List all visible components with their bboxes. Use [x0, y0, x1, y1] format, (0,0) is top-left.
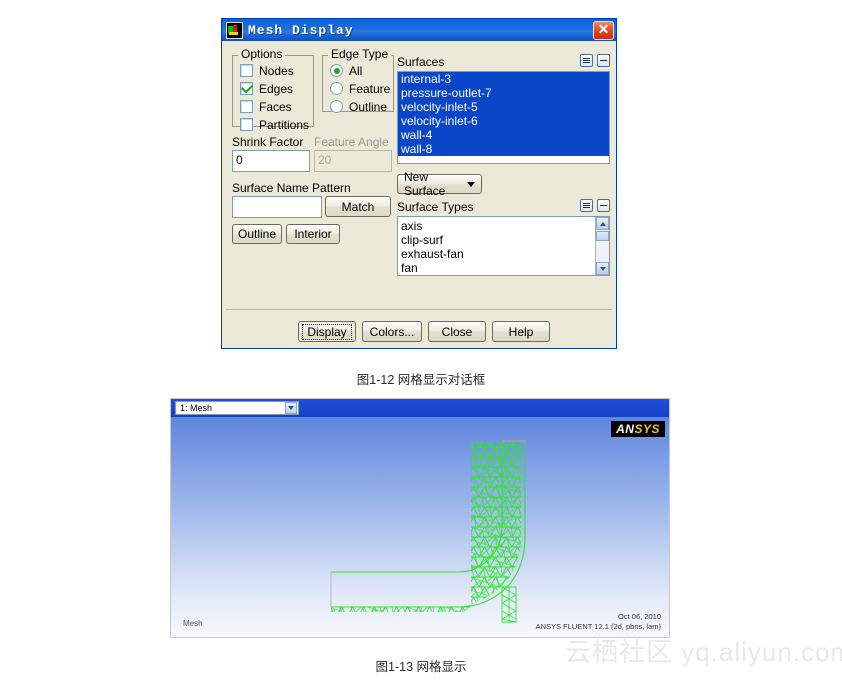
list-item[interactable]: wall-4	[398, 128, 609, 142]
figure-1-caption: 图1-12 网格显示对话框	[356, 373, 486, 387]
fluent-graphics-window: 1: Mesh ANSYS Mesh Oct 06, 2010 ANSYS FL…	[170, 398, 670, 638]
colors-button[interactable]: Colors...	[362, 321, 422, 342]
stamp-version: ANSYS FLUENT 12.1 (2d, pbns, lam)	[535, 622, 661, 631]
checkbox-nodes[interactable]: Nodes	[240, 62, 313, 79]
display-button[interactable]: Display	[298, 321, 356, 342]
surface-name-pattern-input[interactable]	[232, 196, 322, 218]
radio-all[interactable]: All	[330, 62, 393, 79]
radio-feature-label: Feature	[349, 81, 391, 96]
colors-button-label: Colors...	[369, 324, 415, 339]
scroll-down-icon[interactable]	[596, 262, 609, 275]
shrink-factor-input[interactable]: 0	[232, 150, 310, 172]
ansys-logo: ANSYS	[611, 421, 665, 437]
chevron-down-icon	[467, 181, 475, 187]
ansys-logo-part-b: SYS	[634, 422, 660, 436]
surface-name-pattern-label: Surface Name Pattern	[232, 181, 351, 195]
checkbox-faces[interactable]: Faces	[240, 98, 313, 115]
edge-type-group-label: Edge Type	[328, 47, 392, 61]
checkbox-edges-box[interactable]	[240, 82, 253, 95]
mesh-selector-value: 1: Mesh	[180, 403, 213, 413]
mesh-label: Mesh	[183, 619, 203, 628]
list-item[interactable]: velocity-inlet-5	[398, 100, 609, 114]
dialog-body: Options Nodes Edges Faces Partitions Edg…	[222, 41, 616, 350]
new-surface-button-label: New Surface	[404, 170, 446, 198]
stamp-date: Oct 06, 2010	[618, 612, 661, 621]
ansys-logo-part-a: AN	[616, 422, 635, 436]
fluent-app-icon	[226, 21, 243, 39]
radio-all-dot[interactable]	[330, 64, 343, 77]
outline-button-label: Outline	[237, 227, 277, 241]
checkbox-nodes-box[interactable]	[240, 64, 253, 77]
close-button[interactable]: Close	[428, 321, 486, 342]
checkbox-partitions-label: Partitions	[259, 117, 310, 132]
match-button[interactable]: Match	[325, 196, 391, 217]
options-group-label: Options	[238, 47, 286, 61]
watermark: 云栖社区 yq.aliyun.com	[565, 637, 842, 667]
dialog-title: Mesh Display	[248, 22, 354, 38]
radio-outline-dot[interactable]	[330, 100, 343, 113]
surface-types-label: Surface Types	[397, 200, 474, 214]
radio-feature-dot[interactable]	[330, 82, 343, 95]
list-item[interactable]: internal-3	[398, 72, 609, 86]
select-all-surfaces-icon[interactable]	[580, 54, 593, 67]
render-stamp: Oct 06, 2010 ANSYS FLUENT 12.1 (2d, pbns…	[536, 612, 661, 632]
interior-button[interactable]: Interior	[286, 224, 340, 244]
checkbox-edges-label: Edges	[259, 81, 294, 96]
radio-all-label: All	[349, 63, 363, 78]
list-item[interactable]: velocity-inlet-6	[398, 114, 609, 128]
list-item[interactable]: fan	[398, 261, 609, 275]
scrollbar-thumb[interactable]	[596, 231, 609, 241]
checkbox-faces-label: Faces	[259, 99, 292, 114]
feature-angle-label: Feature Angle	[314, 135, 389, 149]
options-group: Options Nodes Edges Faces Partitions	[232, 47, 314, 132]
surface-types-listbox[interactable]: axis clip-surf exhaust-fan fan	[397, 216, 610, 276]
mesh-geometry	[330, 440, 526, 623]
checkbox-nodes-label: Nodes	[259, 63, 294, 78]
checkbox-faces-box[interactable]	[240, 100, 253, 113]
list-item[interactable]: axis	[398, 219, 609, 233]
deselect-all-surfaces-icon[interactable]	[597, 54, 610, 67]
dialog-titlebar[interactable]: Mesh Display ✕	[222, 19, 616, 41]
scroll-up-icon[interactable]	[596, 217, 609, 230]
fluent-topbar: 1: Mesh	[171, 399, 669, 417]
radio-outline[interactable]: Outline	[330, 98, 393, 115]
list-item[interactable]: wall-8	[398, 142, 609, 156]
chevron-down-icon[interactable]	[285, 402, 297, 414]
help-button-label: Help	[508, 324, 534, 339]
dialog-separator	[226, 309, 612, 310]
checkbox-partitions[interactable]: Partitions	[240, 116, 313, 133]
checkbox-partitions-box[interactable]	[240, 118, 253, 131]
radio-feature[interactable]: Feature	[330, 80, 393, 97]
display-button-label: Display	[302, 323, 352, 340]
surfaces-label: Surfaces	[397, 55, 445, 69]
edge-type-group: Edge Type All Feature Outline	[322, 47, 394, 115]
surface-types-scrollbar[interactable]	[595, 217, 609, 275]
mesh-viewport[interactable]: ANSYS Mesh Oct 06, 2010 ANSYS FLUENT 12.…	[171, 417, 669, 637]
feature-angle-input: 20	[314, 150, 392, 172]
checkbox-edges[interactable]: Edges	[240, 80, 313, 97]
mesh-display-dialog: Mesh Display ✕ Options Nodes Edges Faces	[221, 18, 617, 349]
match-button-label: Match	[341, 199, 375, 214]
shrink-factor-label: Shrink Factor	[232, 135, 304, 149]
interior-button-label: Interior	[294, 227, 332, 241]
list-item[interactable]: exhaust-fan	[398, 247, 609, 261]
list-item[interactable]: clip-surf	[398, 233, 609, 247]
surfaces-listbox[interactable]: internal-3 pressure-outlet-7 velocity-in…	[397, 71, 610, 164]
close-button-label: Close	[441, 324, 473, 339]
mesh-selector-dropdown[interactable]: 1: Mesh	[175, 401, 299, 415]
select-all-surface-types-icon[interactable]	[580, 199, 593, 212]
deselect-all-surface-types-icon[interactable]	[597, 199, 610, 212]
list-item[interactable]: pressure-outlet-7	[398, 86, 609, 100]
outline-button[interactable]: Outline	[232, 224, 282, 244]
close-icon[interactable]: ✕	[593, 21, 614, 40]
radio-outline-label: Outline	[349, 99, 388, 114]
help-button[interactable]: Help	[492, 321, 550, 342]
new-surface-button[interactable]: New Surface	[397, 170, 482, 198]
